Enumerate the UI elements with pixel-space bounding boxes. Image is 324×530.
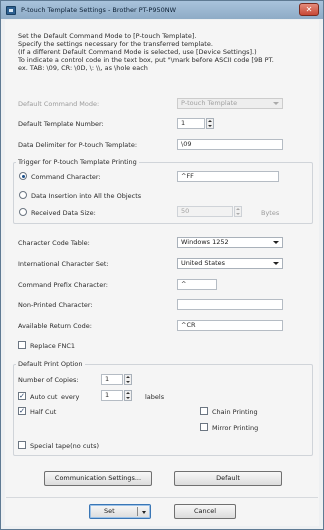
chain-printing-label: Chain Printing bbox=[212, 408, 258, 416]
auto-cut-checkbox[interactable]: ✓ bbox=[18, 392, 26, 400]
spin-up-icon bbox=[126, 376, 130, 378]
command-character-radio[interactable] bbox=[19, 172, 27, 180]
spin-down-icon bbox=[126, 381, 130, 383]
number-of-copies-input[interactable]: 1 bbox=[101, 374, 123, 385]
auto-cut-label: Auto cut bbox=[30, 393, 58, 401]
app-icon bbox=[6, 5, 16, 15]
default-template-number-input[interactable]: 1 bbox=[177, 118, 205, 129]
replace-fnc1-label: Replace FNC1 bbox=[30, 342, 76, 350]
communication-settings-button[interactable]: Communication Settings... bbox=[44, 471, 152, 486]
special-tape-label: Special tape(no cuts) bbox=[30, 442, 100, 450]
close-button[interactable]: ✕ bbox=[299, 3, 319, 16]
print-option-group-title: Default Print Option bbox=[16, 360, 85, 368]
mirror-printing-checkbox[interactable] bbox=[200, 423, 208, 431]
intro-line: ex. TAB: \09, CR: \0D, \: \\, as \hole e… bbox=[18, 64, 148, 72]
international-character-set-label: International Character Set: bbox=[18, 260, 109, 268]
international-character-set-value: United States bbox=[181, 259, 226, 267]
chevron-down-icon bbox=[273, 241, 279, 244]
split-separator bbox=[137, 507, 138, 516]
received-data-size-input[interactable]: 50 bbox=[177, 206, 233, 217]
default-button[interactable]: Default bbox=[174, 471, 282, 486]
settings-window: P-touch Template Settings - Brother PT-P… bbox=[0, 0, 324, 530]
spin-up-icon bbox=[236, 208, 240, 210]
special-tape-checkbox[interactable] bbox=[18, 441, 26, 449]
chevron-down-icon bbox=[273, 102, 279, 105]
data-delimiter-label: Data Delimiter for P-touch Template: bbox=[18, 141, 138, 149]
intro-line: (If a different Default Command Mode is … bbox=[18, 48, 257, 56]
mirror-printing-label: Mirror Printing bbox=[212, 424, 259, 432]
title-bar[interactable]: P-touch Template Settings - Brother PT-P… bbox=[1, 1, 323, 19]
number-of-copies-spinner[interactable] bbox=[124, 374, 132, 385]
chevron-down-icon bbox=[273, 262, 279, 265]
default-template-number-spinner[interactable] bbox=[206, 118, 214, 129]
spin-up-icon bbox=[126, 392, 130, 394]
chain-printing-checkbox[interactable] bbox=[200, 407, 208, 415]
received-data-size-unit: Bytes bbox=[261, 209, 280, 217]
received-data-size-label: Received Data Size: bbox=[31, 209, 96, 217]
replace-fnc1-checkbox[interactable] bbox=[18, 341, 26, 349]
command-prefix-label: Command Prefix Character: bbox=[18, 281, 108, 289]
button-divider bbox=[6, 497, 318, 498]
window-title: P-touch Template Settings - Brother PT-P… bbox=[21, 6, 177, 14]
character-code-table-value: Windows 1252 bbox=[181, 238, 229, 246]
non-printed-character-input[interactable] bbox=[177, 299, 283, 310]
character-code-table-select[interactable]: Windows 1252 bbox=[177, 237, 283, 248]
intro-line: Specify the settings necessary for the t… bbox=[18, 40, 213, 48]
non-printed-character-label: Non-Printed Character: bbox=[18, 301, 93, 309]
received-data-size-radio[interactable] bbox=[19, 208, 27, 216]
default-command-mode-label: Default Command Mode: bbox=[18, 100, 100, 108]
received-data-size-spinner[interactable] bbox=[234, 206, 242, 217]
international-character-set-select[interactable]: United States bbox=[177, 258, 283, 269]
data-insertion-label: Data Insertion into All the Objects bbox=[31, 192, 142, 200]
every-unit: labels bbox=[145, 393, 165, 401]
character-code-table-label: Character Code Table: bbox=[18, 239, 90, 247]
set-button-label: Set bbox=[104, 507, 115, 515]
every-input[interactable]: 1 bbox=[101, 390, 123, 401]
every-label: every bbox=[61, 393, 80, 401]
spin-down-icon bbox=[208, 125, 212, 127]
spin-down-icon bbox=[126, 397, 130, 399]
command-prefix-input[interactable]: ^ bbox=[177, 279, 217, 290]
default-command-mode-value: P-touch Template bbox=[181, 99, 238, 107]
set-button[interactable]: Set bbox=[89, 504, 151, 519]
intro-text: Set the Default Command Mode to [P-touch… bbox=[18, 32, 313, 72]
intro-line: Set the Default Command Mode to [P-touch… bbox=[18, 32, 197, 40]
dropdown-arrow-icon[interactable] bbox=[142, 511, 146, 514]
cancel-button[interactable]: Cancel bbox=[174, 504, 236, 519]
half-cut-label: Half Cut bbox=[30, 408, 57, 416]
spin-up-icon bbox=[208, 120, 212, 122]
command-character-input[interactable]: ^FF bbox=[177, 171, 279, 182]
default-template-number-label: Default Template Number: bbox=[18, 120, 104, 128]
available-return-code-input[interactable]: ^CR bbox=[177, 320, 283, 331]
trigger-group-title: Trigger for P-touch Template Printing bbox=[16, 158, 139, 166]
half-cut-checkbox[interactable]: ✓ bbox=[18, 407, 26, 415]
available-return-code-label: Available Return Code: bbox=[18, 322, 92, 330]
data-delimiter-input[interactable]: \09 bbox=[177, 139, 283, 150]
intro-line: To indicate a control code in the text b… bbox=[18, 56, 274, 64]
data-insertion-radio[interactable] bbox=[19, 191, 27, 199]
number-of-copies-label: Number of Copies: bbox=[18, 376, 79, 384]
spin-down-icon bbox=[236, 213, 240, 215]
every-spinner[interactable] bbox=[124, 390, 132, 401]
default-command-mode-select[interactable]: P-touch Template bbox=[177, 98, 283, 109]
command-character-label: Command Character: bbox=[31, 173, 101, 181]
